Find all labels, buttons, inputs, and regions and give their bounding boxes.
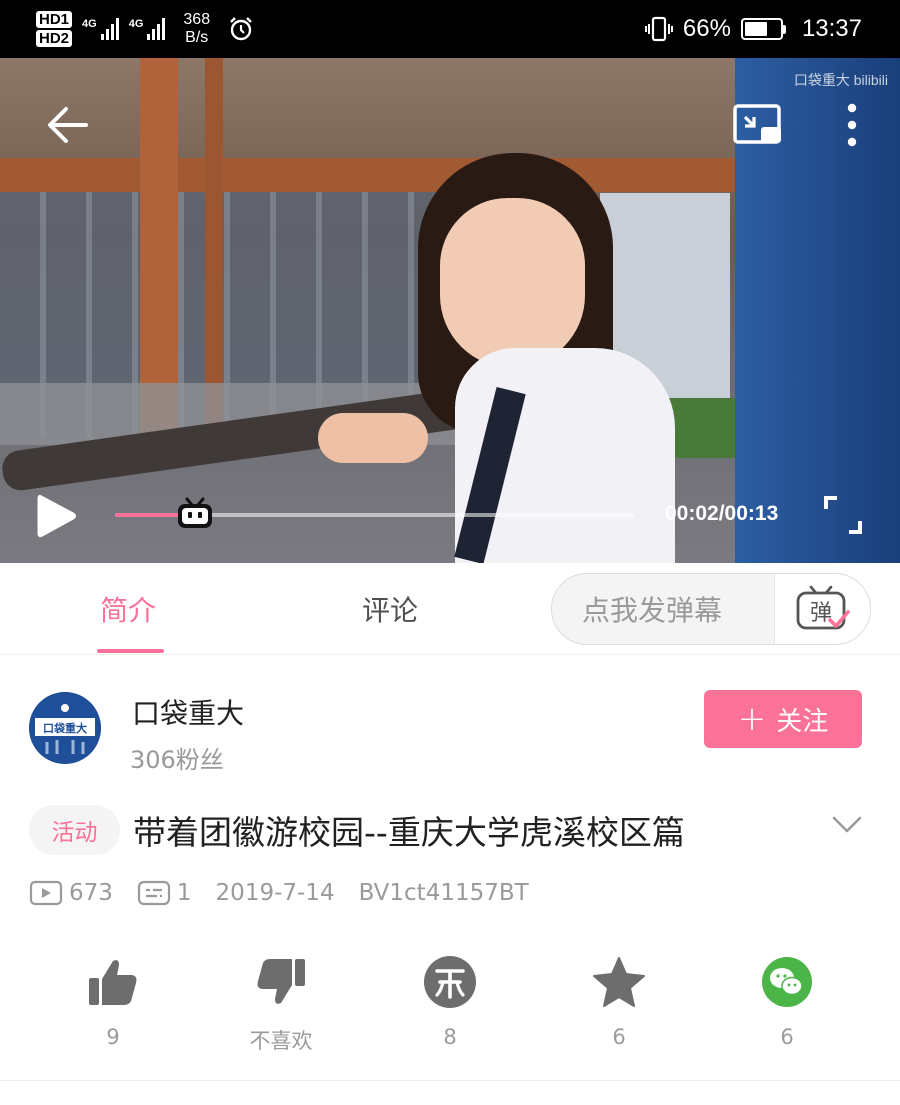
video-watermark: 口袋重大 bilibili [793,72,888,88]
more-icon [847,103,857,147]
status-bar: HD1 HD2 4G 4G 368 B/s 66% 13:37 [0,0,900,58]
avatar-image: 口袋重大 [29,692,101,764]
fullscreen-button[interactable] [822,494,864,536]
progress-bar[interactable] [115,497,635,528]
chevron-down-icon[interactable] [832,814,862,836]
danmaku-tv-icon: 弹 [796,585,850,630]
avatar[interactable]: 口袋重大 [29,692,101,764]
like-button[interactable]: 9 [63,955,163,1049]
coin-count: 8 [443,1025,457,1049]
dislike-button[interactable]: 不喜欢 [231,955,331,1055]
view-count: 673 [29,879,113,907]
share-count: 6 [780,1025,794,1049]
fullscreen-icon [824,496,862,534]
network-speed-unit: B/s [185,29,209,46]
danmaku-count: 1 [137,879,192,907]
share-button[interactable]: 6 [737,955,837,1049]
clock: 13:37 [801,15,862,42]
plus-icon: + [737,699,767,739]
thumbs-down-icon [257,959,305,1004]
vibrate-icon [644,16,673,42]
view-count-value: 673 [69,880,113,906]
uploader-fans: 306粉丝 [130,746,224,774]
tab-intro-label: 简介 [100,594,157,627]
coin-button[interactable]: 8 [400,955,500,1049]
hd1-indicator: HD1 [36,11,73,28]
activity-tag[interactable]: 活动 [29,805,120,855]
cast-button[interactable] [730,100,786,150]
tab-comments[interactable]: 评论 [362,563,418,655]
tab-intro[interactable]: 简介 [100,563,156,655]
cast-icon [733,104,781,144]
thumbs-up-icon [89,960,137,1005]
play-button[interactable] [30,490,82,542]
back-button[interactable] [40,100,94,150]
like-count: 9 [106,1025,120,1049]
hd2-indicator: HD2 [36,30,73,47]
alarm-icon [230,17,252,41]
tab-comments-label: 评论 [362,594,419,627]
video-player[interactable]: 口袋重大 bilibili 00:02/00:13 [0,58,900,563]
video-title: 带着团徽游校园--重庆大学虎溪校区篇 [133,813,685,852]
follow-button[interactable]: + 关注 [704,690,862,748]
avatar-text: 口袋重大 [43,721,87,735]
uploader-name[interactable]: 口袋重大 [132,692,244,732]
network-type-2: 4G [128,18,144,30]
signal-2-icon: 4G [129,18,166,40]
favorite-count: 6 [612,1025,626,1049]
divider [0,1080,900,1081]
back-arrow-icon [48,107,88,143]
follow-label: 关注 [776,706,829,737]
views-icon [29,880,63,906]
danmaku-composer: 点我发弹幕 弹 [551,573,871,645]
publish-date: 2019-7-14 [215,880,335,906]
tab-bar: 简介 评论 点我发弹幕 弹 [0,563,900,655]
playback-time: 00:02/00:13 [665,502,779,525]
danmaku-toggle-button[interactable]: 弹 [774,574,870,644]
tv-mascot-icon[interactable] [176,496,214,530]
play-icon [37,494,76,538]
favorite-button[interactable]: 6 [569,955,669,1049]
video-stats: 673 1 2019-7-14 BV1ct41157BT [29,876,553,910]
network-type-1: 4G [82,18,97,30]
activity-tag-label: 活动 [51,820,98,846]
more-button[interactable] [836,100,868,150]
network-speed: 368 B/s [183,11,210,47]
dislike-label: 不喜欢 [249,1029,313,1053]
tab-active-indicator [97,649,164,653]
danmaku-icon-char: 弹 [809,601,831,626]
bvid: BV1ct41157BT [358,880,529,906]
wechat-icon [762,957,812,1007]
battery-icon [740,18,786,40]
coin-icon [424,956,476,1008]
danmaku-input[interactable]: 点我发弹幕 [552,574,774,644]
danmaku-count-value: 1 [176,880,192,906]
star-icon [593,957,645,1007]
battery-percent: 66% [682,15,731,42]
danmaku-placeholder: 点我发弹幕 [582,594,723,627]
danmaku-count-icon [137,880,171,906]
network-speed-value: 368 [183,11,211,28]
signal-1-icon: 4G [82,18,119,40]
